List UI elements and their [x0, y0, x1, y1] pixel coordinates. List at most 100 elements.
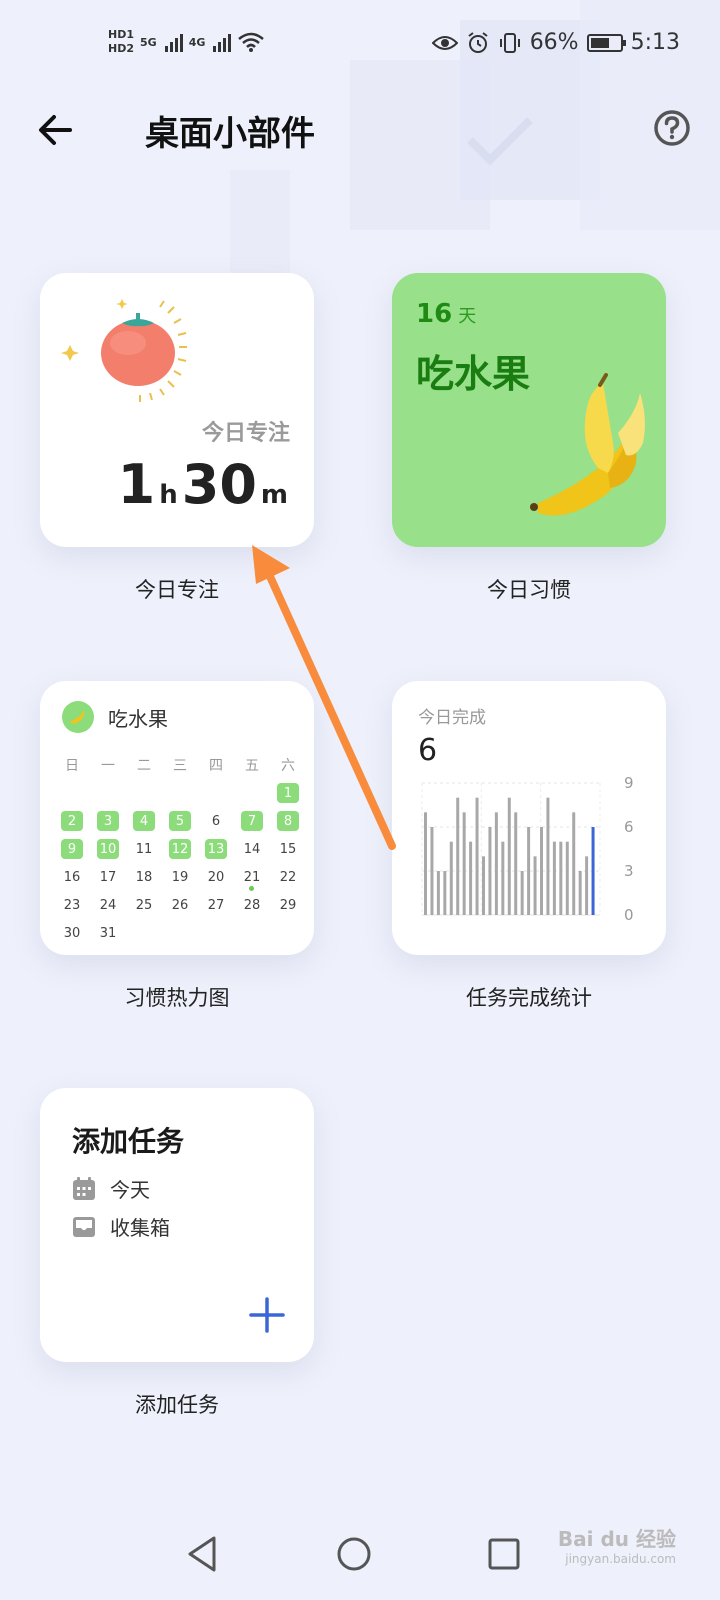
heatmap-empty-day	[198, 919, 234, 947]
hd-indicator: HD1 HD2	[108, 28, 134, 56]
habit-widget-caption: 今日习惯	[487, 578, 571, 602]
chart-bar	[424, 812, 427, 915]
habit-days-unit: 天	[458, 306, 477, 327]
page-title: 桌面小部件	[145, 114, 315, 154]
heatmap-day: 28	[243, 897, 261, 913]
add-task-title: 添加任务	[72, 1125, 185, 1158]
chart-bar	[469, 841, 473, 915]
battery-percent: 66%	[529, 30, 579, 55]
habit-streak: 16 天	[416, 299, 476, 329]
chart-bar	[488, 827, 492, 915]
app-header: 桌面小部件	[0, 100, 720, 160]
chart-y-tick-label: 6	[624, 818, 634, 836]
heatmap-empty-day	[234, 779, 270, 807]
chart-bar	[552, 841, 556, 915]
nav-back-icon[interactable]	[182, 1532, 226, 1576]
task-completion-chart: 0 3 6 9	[421, 774, 634, 924]
heatmap-widget-card[interactable]: 吃水果 日一二三四五六 1 2 3 4 5 6 7 8 9 10 11 12 13 14 15 16 17 18 19…	[40, 681, 314, 955]
weekday-label: 一	[101, 758, 115, 774]
heatmap-day: 14	[243, 841, 261, 857]
add-task-today-item[interactable]: 今天	[72, 1174, 150, 1203]
heatmap-day: 20	[207, 869, 225, 885]
nav-recents-icon[interactable]	[482, 1532, 526, 1576]
chart-y-tick-label: 9	[624, 774, 634, 792]
heatmap-empty-day	[90, 779, 126, 807]
heatmap-empty-day	[162, 919, 198, 947]
chart-bar	[533, 856, 537, 915]
stats-widget-caption: 任务完成统计	[466, 986, 592, 1010]
plus-icon[interactable]	[248, 1296, 286, 1334]
banana-icon	[62, 701, 94, 733]
system-nav-bar: Bai du 经验 jingyan.baidu.com	[0, 1510, 720, 1600]
banana-icon	[530, 373, 645, 516]
chart-bar	[430, 827, 434, 915]
help-circle-icon[interactable]	[652, 108, 692, 148]
chart-bar	[456, 797, 460, 915]
stats-widget-card[interactable]: 今日完成 6 0 3 6 9	[392, 681, 666, 955]
nav-home-icon[interactable]	[332, 1532, 376, 1576]
habit-name: 吃水果	[416, 352, 531, 396]
heatmap-day: 31	[99, 925, 117, 941]
heatmap-day: 3	[90, 807, 126, 835]
signal-5g-label: 5G	[140, 35, 157, 49]
focus-widget-card[interactable]: 今日专注 1 h30 m	[40, 273, 314, 547]
chart-bar	[482, 856, 485, 915]
heatmap-day: 12	[162, 835, 198, 863]
add-task-inbox-item[interactable]: 收集箱	[72, 1212, 170, 1241]
add-task-widget-caption: 添加任务	[135, 1393, 219, 1417]
heatmap-empty-day	[270, 919, 306, 947]
heatmap-day: 23	[63, 897, 81, 913]
eye-icon	[431, 35, 458, 50]
heatmap-day: 19	[171, 869, 189, 885]
habit-widget-card[interactable]: 16 天 吃水果	[392, 273, 666, 547]
chart-bar	[546, 797, 550, 915]
heatmap-day: 10	[90, 835, 126, 863]
chart-bar	[520, 871, 524, 915]
signal-5g-icon	[164, 32, 183, 52]
heatmap-day: 29	[279, 897, 297, 913]
heatmap-day: 7	[234, 807, 270, 835]
chart-y-tick-label: 0	[624, 906, 634, 924]
hd2-label: HD2	[108, 42, 134, 55]
focus-widget-caption: 今日专注	[135, 578, 219, 602]
heatmap-day: 2	[54, 807, 90, 835]
heatmap-calendar: 日一二三四五六 1 2 3 4 5 6 7 8 9 10 11 12 13 14 15 16 17 18 19 20 21…	[54, 751, 306, 947]
weekday-label: 六	[281, 758, 295, 774]
chart-bar	[559, 841, 563, 915]
heatmap-week-row: 30 31	[54, 919, 306, 947]
heatmap-day: 24	[99, 897, 117, 913]
watermark: Bai du 经验 jingyan.baidu.com	[558, 1523, 676, 1566]
focus-minutes: 30	[181, 453, 257, 516]
focus-hours-unit: h	[159, 480, 178, 510]
heatmap-day: 26	[171, 897, 189, 913]
chart-bar	[527, 827, 531, 915]
chart-bar	[540, 827, 543, 915]
heatmap-empty-day	[54, 779, 90, 807]
heatmap-day: 17	[99, 869, 117, 885]
chart-bar	[449, 841, 453, 915]
chart-bar	[501, 841, 505, 915]
back-arrow-icon[interactable]	[32, 106, 80, 154]
heatmap-day: 9	[54, 835, 90, 863]
heatmap-day: 5	[162, 807, 198, 835]
weekday-label: 五	[245, 758, 259, 774]
add-task-widget-card[interactable]: 添加任务 今天 收集箱	[40, 1088, 314, 1362]
heatmap-day: 15	[279, 841, 297, 857]
weekday-label: 四	[209, 758, 223, 774]
heatmap-empty-day	[198, 779, 234, 807]
weekday-label: 三	[173, 758, 187, 774]
heatmap-title: 吃水果	[108, 706, 168, 731]
heatmap-day: 11	[135, 841, 153, 857]
heatmap-week-row: 1	[54, 779, 306, 807]
heatmap-empty-day	[234, 919, 270, 947]
heatmap-day: 27	[207, 897, 225, 913]
tomato-icon	[61, 299, 187, 402]
wifi-icon	[238, 32, 265, 52]
heatmap-empty-day	[126, 919, 162, 947]
heatmap-weekday-row: 日一二三四五六	[54, 751, 306, 779]
focus-duration: 1 h30 m	[118, 453, 292, 516]
heatmap-day: 4	[126, 807, 162, 835]
chart-bar	[578, 871, 582, 915]
habit-days-count: 16	[416, 299, 453, 329]
heatmap-day: 25	[135, 897, 153, 913]
